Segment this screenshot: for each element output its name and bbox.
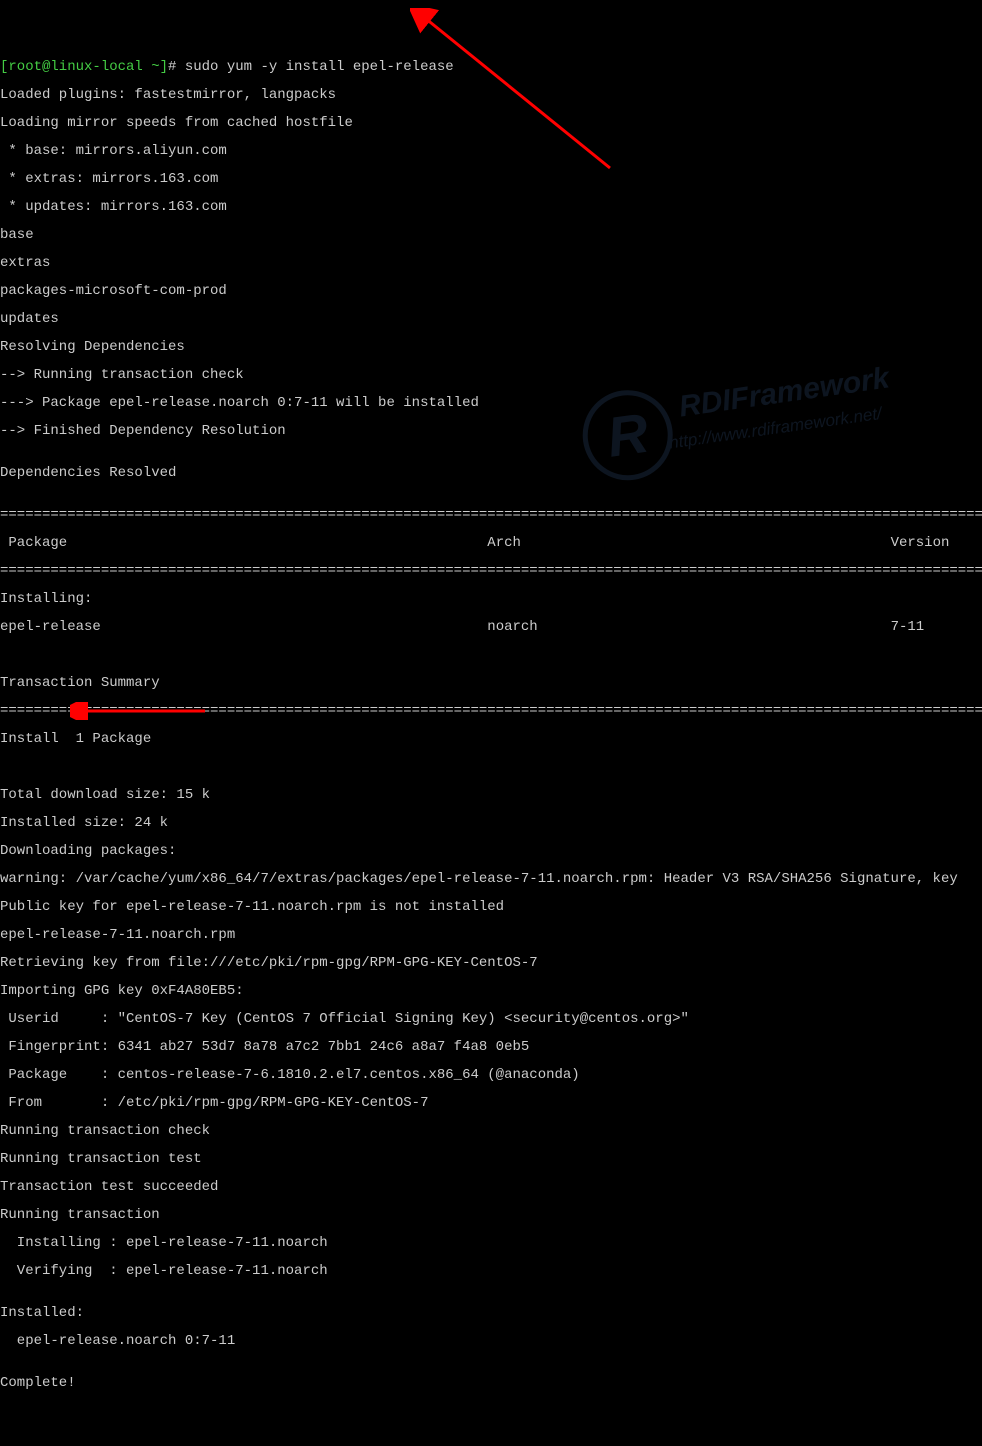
command-text: sudo yum -y install epel-release <box>185 59 454 75</box>
output-line: --> Finished Dependency Resolution <box>0 424 982 438</box>
output-line: Installing : epel-release-7-11.noarch <box>0 1236 982 1250</box>
col-arch: Arch <box>487 535 521 551</box>
output-line: Verifying : epel-release-7-11.noarch <box>0 1264 982 1278</box>
output-line: Running transaction check <box>0 1124 982 1138</box>
output-line: warning: /var/cache/yum/x86_64/7/extras/… <box>0 872 982 886</box>
output-line: Public key for epel-release-7-11.noarch.… <box>0 900 982 914</box>
output-line: packages-microsoft-com-prod <box>0 284 982 298</box>
installed-size: Installed size: 24 k <box>0 816 982 830</box>
output-line: Downloading packages: <box>0 844 982 858</box>
separator-line: ========================================… <box>0 564 982 578</box>
output-line: Package : centos-release-7-6.1810.2.el7.… <box>0 1068 982 1082</box>
blank-line <box>0 760 982 774</box>
separator-line: ========================================… <box>0 704 982 718</box>
col-package: Package <box>0 535 67 551</box>
output-line: Loaded plugins: fastestmirror, langpacks <box>0 88 982 102</box>
output-line: Dependencies Resolved <box>0 466 982 480</box>
cell-version: 7-11 <box>891 619 925 635</box>
output-line: * extras: mirrors.163.com <box>0 172 982 186</box>
output-line: epel-release.noarch 0:7-11 <box>0 1334 982 1348</box>
output-line: Running transaction test <box>0 1152 982 1166</box>
output-line: --> Running transaction check <box>0 368 982 382</box>
summary-title: Transaction Summary <box>0 676 982 690</box>
output-line: Running transaction <box>0 1208 982 1222</box>
cell-arch: noarch <box>487 619 537 635</box>
prompt-user-host: [root@linux-local ~] <box>0 59 168 75</box>
output-line: epel-release-7-11.noarch.rpm <box>0 928 982 942</box>
output-line: Loading mirror speeds from cached hostfi… <box>0 116 982 130</box>
output-line: Userid : "CentOS-7 Key (CentOS 7 Officia… <box>0 1012 982 1026</box>
prompt-line: [root@linux-local ~]# sudo yum -y instal… <box>0 60 982 74</box>
separator-line: ========================================… <box>0 508 982 522</box>
table-row: epel-release noarch 7-11 <box>0 620 982 634</box>
output-line: base <box>0 228 982 242</box>
output-line: From : /etc/pki/rpm-gpg/RPM-GPG-KEY-Cent… <box>0 1096 982 1110</box>
installing-label: Installing: <box>0 592 982 606</box>
output-line: Fingerprint: 6341 ab27 53d7 8a78 a7c2 7b… <box>0 1040 982 1054</box>
output-line: Transaction test succeeded <box>0 1180 982 1194</box>
watermark: R RDIFramework http://www.rdiframework.n… <box>575 334 968 506</box>
output-line: ---> Package epel-release.noarch 0:7-11 … <box>0 396 982 410</box>
col-version: Version <box>891 535 950 551</box>
output-line: Retrieving key from file:///etc/pki/rpm-… <box>0 956 982 970</box>
cell-package: epel-release <box>0 619 101 635</box>
output-line: * base: mirrors.aliyun.com <box>0 144 982 158</box>
output-line: Resolving Dependencies <box>0 340 982 354</box>
output-line: Installed: <box>0 1306 982 1320</box>
complete-line: Complete! <box>0 1376 982 1390</box>
summary-install: Install 1 Package <box>0 732 982 746</box>
output-line: extras <box>0 256 982 270</box>
prompt-symbol: # <box>168 59 176 75</box>
output-line: * updates: mirrors.163.com <box>0 200 982 214</box>
table-header: Package Arch Version <box>0 536 982 550</box>
blank-line <box>0 648 982 662</box>
output-line: updates <box>0 312 982 326</box>
output-line: Importing GPG key 0xF4A80EB5: <box>0 984 982 998</box>
download-size: Total download size: 15 k <box>0 788 982 802</box>
